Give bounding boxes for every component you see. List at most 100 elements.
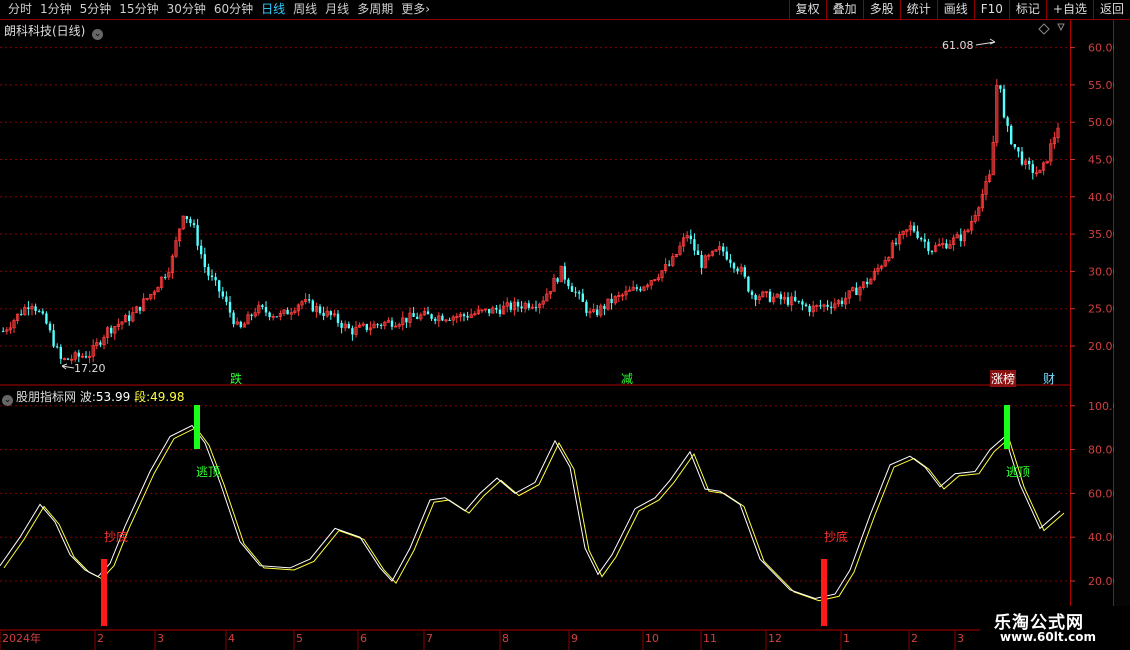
candle-body xyxy=(855,287,858,295)
candle-body xyxy=(743,267,746,277)
date-tick-label: 2 xyxy=(97,632,104,645)
candle-body xyxy=(225,296,228,302)
candle-body xyxy=(340,322,343,328)
candle-body xyxy=(696,250,700,255)
top-signal-label: 逃顶 xyxy=(1006,465,1030,479)
candle-body xyxy=(639,288,642,291)
candle-body xyxy=(725,251,728,260)
candle-body xyxy=(56,346,59,348)
candle-body xyxy=(585,301,588,313)
candle-body xyxy=(34,306,37,312)
candle-body xyxy=(495,307,498,310)
candle-body xyxy=(311,300,314,312)
event-tag-toplist[interactable]: 涨榜 xyxy=(990,370,1017,387)
candle-body xyxy=(700,254,703,268)
bottom-signal-bar xyxy=(821,559,827,626)
candle-body xyxy=(750,291,754,295)
candle-body xyxy=(786,297,790,305)
date-tick-label: 3 xyxy=(957,632,964,645)
candle-body xyxy=(376,324,379,326)
date-tick-label: 2 xyxy=(911,632,918,645)
candle-body xyxy=(516,301,520,307)
candle-body xyxy=(945,243,948,249)
candle-body xyxy=(405,317,408,323)
candle-body xyxy=(41,311,44,314)
candle-body xyxy=(221,291,224,297)
candle-body xyxy=(732,263,736,269)
candle-body xyxy=(239,321,242,328)
candle-body xyxy=(866,281,869,285)
candle-body xyxy=(27,307,30,309)
candle-body xyxy=(1002,88,1006,118)
candle-body xyxy=(768,291,772,302)
candle-body xyxy=(610,298,613,303)
candle-body xyxy=(801,301,804,305)
watermark-url: www.60lt.com xyxy=(1000,630,1097,644)
date-tick-label: 2024年 xyxy=(2,631,41,645)
event-tag-reduce[interactable]: 减 xyxy=(621,370,633,387)
bottom-signal-label: 抄底 xyxy=(824,529,848,544)
candle-body xyxy=(927,241,930,252)
candle-body xyxy=(509,302,512,310)
diamond-icon[interactable] xyxy=(1038,23,1050,35)
candle-body xyxy=(1010,125,1013,145)
candle-body xyxy=(840,300,844,305)
date-tick-label: 8 xyxy=(502,632,509,645)
candle-body xyxy=(365,324,368,330)
candle-body xyxy=(804,304,808,307)
candle-body xyxy=(99,342,102,345)
candle-body xyxy=(434,318,437,321)
high-marker: 61.08 xyxy=(942,39,974,52)
candle-body xyxy=(729,259,732,264)
candle-body xyxy=(747,276,750,292)
candle-body xyxy=(794,296,797,301)
candle-body xyxy=(38,311,41,313)
candle-body xyxy=(693,239,696,251)
candle-body xyxy=(207,267,210,276)
candle-body xyxy=(1028,160,1031,165)
candle-body xyxy=(232,312,235,325)
candle-body xyxy=(722,246,725,252)
candle-body xyxy=(999,85,1002,89)
date-tick-label: 9 xyxy=(571,632,578,645)
top-signal-bar xyxy=(1004,405,1010,449)
low-marker: 17.20 xyxy=(74,362,106,375)
candle-body xyxy=(923,239,926,242)
candle-body xyxy=(200,245,203,255)
candle-body xyxy=(930,251,934,253)
candle-body xyxy=(534,307,538,309)
candle-body xyxy=(1017,147,1020,152)
date-tick-label: 1 xyxy=(843,632,850,645)
candle-body xyxy=(819,305,822,307)
event-tag-drop[interactable]: 跌 xyxy=(230,370,242,387)
candle-body xyxy=(581,293,584,302)
candle-body xyxy=(185,216,188,220)
candle-body xyxy=(779,294,782,300)
date-tick-label: 7 xyxy=(426,632,433,645)
candle-body xyxy=(196,225,199,246)
candle-body xyxy=(488,308,491,314)
date-tick-label: 4 xyxy=(228,632,235,645)
candle-body xyxy=(164,276,167,278)
candle-body xyxy=(390,320,394,327)
candle-body xyxy=(308,299,311,301)
candle-body xyxy=(797,300,800,302)
date-tick-label: 11 xyxy=(703,632,717,645)
candle-body xyxy=(754,294,757,300)
bottom-signal-bar xyxy=(101,559,107,626)
candle-body xyxy=(77,352,80,357)
event-tag-finance[interactable]: 财 xyxy=(1043,370,1055,387)
collapse-icon[interactable] xyxy=(1057,23,1065,32)
side-strip[interactable] xyxy=(1114,20,1130,650)
candle-body xyxy=(110,327,113,334)
candle-body xyxy=(268,312,271,318)
segment-line xyxy=(3,427,1065,602)
candle-body xyxy=(318,306,322,313)
candle-body xyxy=(1006,117,1009,126)
candle-body xyxy=(218,280,221,292)
candle-body xyxy=(448,319,451,321)
candle-body xyxy=(1020,151,1024,165)
candle-body xyxy=(228,301,232,313)
candle-body xyxy=(189,219,192,224)
top-signal-bar xyxy=(194,405,200,449)
